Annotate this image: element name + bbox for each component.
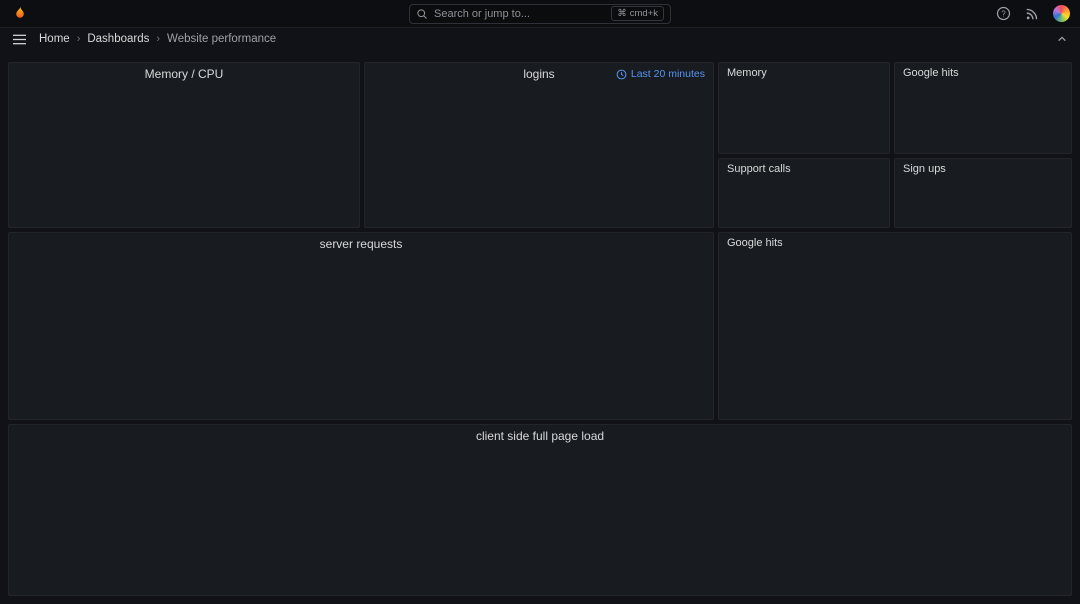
server-requests-chart[interactable] [9, 255, 713, 401]
breadcrumb-separator: › [156, 33, 161, 45]
panel-support-calls: Support calls [718, 158, 890, 228]
google-hits-gauge [895, 83, 1071, 153]
news-rss-icon[interactable] [1024, 6, 1040, 22]
sign-ups-stat [895, 179, 1071, 227]
breadcrumb-home[interactable]: Home [39, 33, 70, 45]
panel-title[interactable]: Support calls [727, 163, 791, 175]
time-range-picker[interactable]: Last 20 minutes [616, 63, 705, 85]
panel-sign-ups: Sign ups [894, 158, 1072, 228]
panel-title[interactable]: Sign ups [903, 163, 946, 175]
logins-chart[interactable] [365, 85, 713, 209]
breadcrumb-separator: › [76, 33, 81, 45]
panel-memory-gauge: Memory [718, 62, 890, 154]
panel-title[interactable]: client side full page load [476, 429, 604, 443]
collapse-chevron-up-icon[interactable] [1056, 34, 1068, 44]
panel-title[interactable]: Memory [727, 67, 767, 79]
shortcut-badge: ⌘ cmd+k [611, 6, 664, 21]
memory-cpu-chart[interactable] [9, 85, 359, 209]
google-hits-bar-gauge [719, 253, 1071, 419]
panel-title[interactable]: Google hits [727, 237, 783, 249]
panel-google-hits-bars: Google hits [718, 232, 1072, 420]
memory-gauge [719, 83, 889, 153]
grafana-logo-icon[interactable] [10, 4, 30, 24]
breadcrumb-dashboards[interactable]: Dashboards [87, 33, 149, 45]
client-load-legend [949, 447, 1071, 595]
help-icon[interactable]: ? [995, 6, 1011, 22]
search-placeholder: Search or jump to... [434, 7, 530, 20]
panel-title[interactable]: server requests [320, 237, 403, 251]
user-avatar[interactable] [1053, 5, 1070, 22]
command-key-icon: ⌘ [617, 8, 627, 19]
clock-icon [616, 69, 627, 79]
server-requests-legend [9, 401, 713, 419]
memory-cpu-legend [9, 209, 359, 227]
svg-text:?: ? [1001, 9, 1006, 18]
panel-title[interactable]: logins [523, 67, 554, 81]
panel-google-hits-gauge: Google hits [894, 62, 1072, 154]
panel-logins: logins Last 20 minutes [364, 62, 714, 228]
panel-memory-cpu: Memory / CPU [8, 62, 360, 228]
panel-title[interactable]: Memory / CPU [145, 67, 224, 81]
menu-toggle-icon[interactable] [12, 33, 27, 46]
panel-server-requests: server requests [8, 232, 714, 420]
search-icon [417, 8, 427, 19]
topbar-actions: ? [995, 5, 1070, 22]
breadcrumb-current-page: Website performance [167, 33, 277, 45]
dashboard-grid: Memory / CPU logins Last 20 minutes Memo… [0, 50, 1080, 604]
topbar: Search or jump to... ⌘ cmd+k ? [0, 0, 1080, 28]
breadcrumb: Home › Dashboards › Website performance [39, 33, 276, 45]
client-load-chart[interactable] [9, 447, 949, 595]
support-calls-stat [719, 179, 889, 227]
panel-title[interactable]: Google hits [903, 67, 959, 79]
logins-legend [365, 209, 713, 227]
search-input[interactable]: Search or jump to... ⌘ cmd+k [409, 3, 671, 24]
breadcrumb-bar: Home › Dashboards › Website performance [0, 28, 1080, 50]
panel-client-load: client side full page load [8, 424, 1072, 596]
